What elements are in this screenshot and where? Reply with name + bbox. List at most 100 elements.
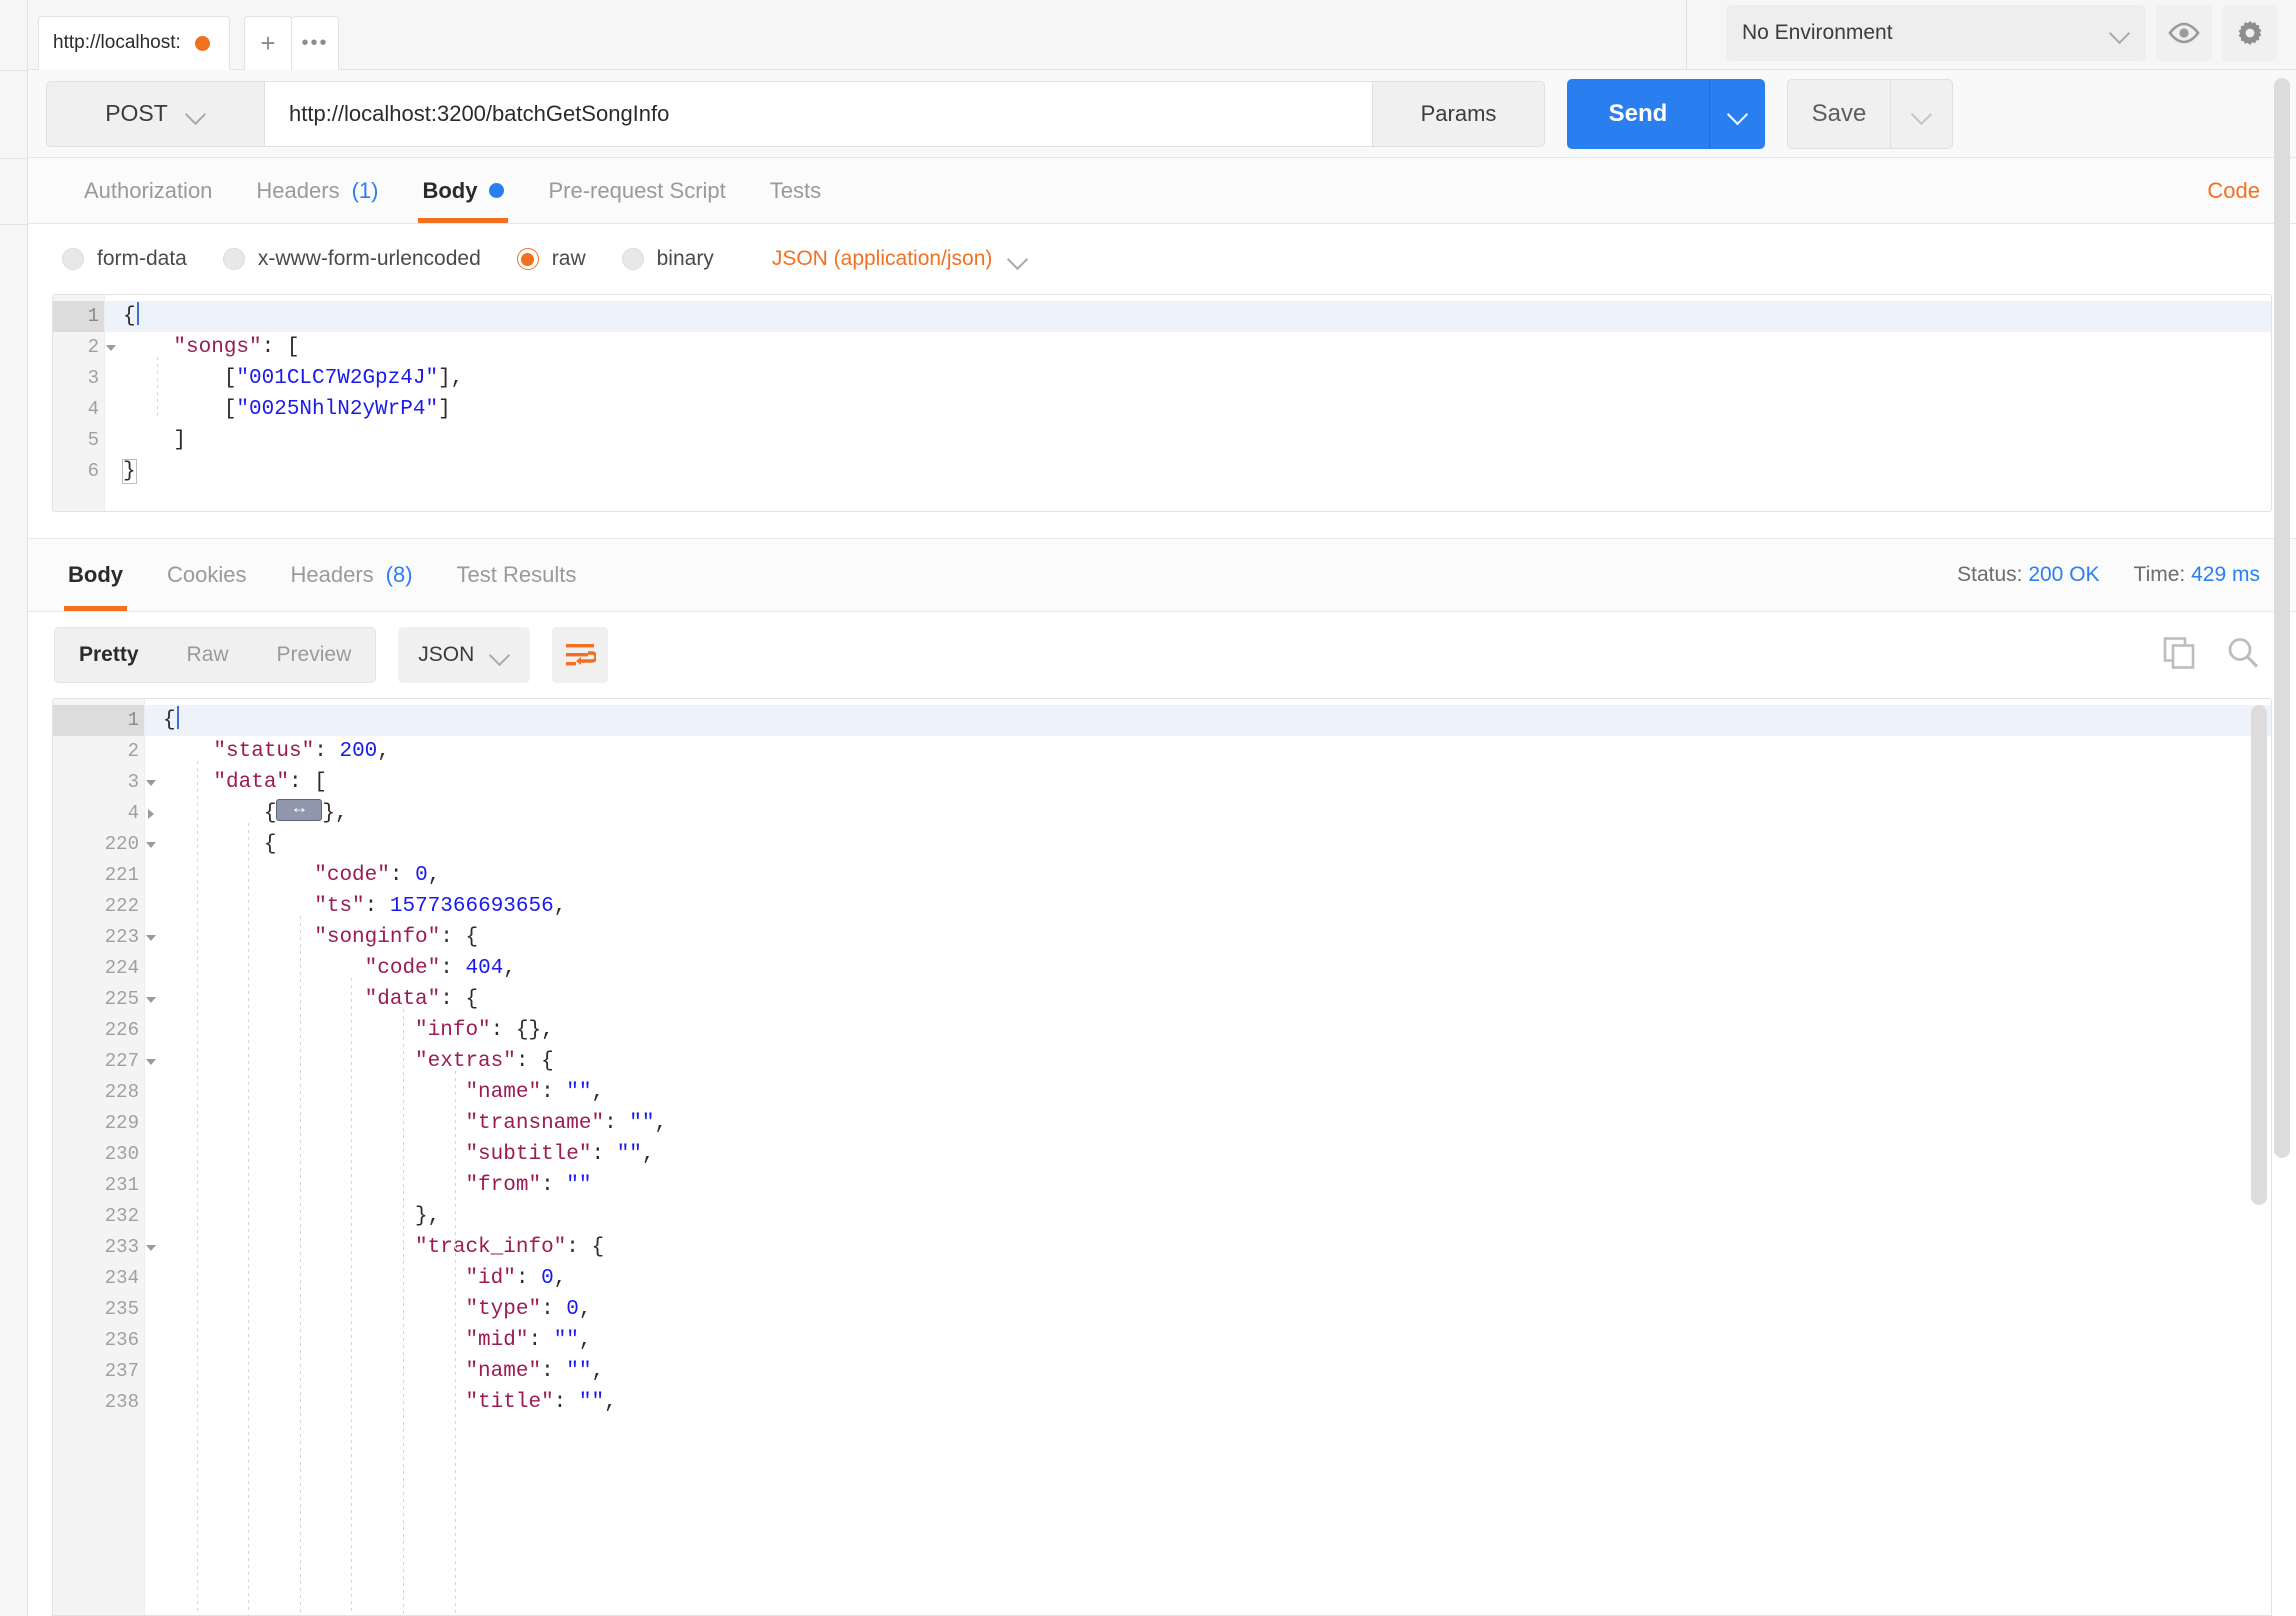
line-number-text: 224: [105, 953, 139, 984]
save-label: Save: [1812, 100, 1867, 128]
rail-divider: [0, 224, 27, 225]
content-type-select[interactable]: JSON (application/json): [772, 247, 1029, 271]
scrollbar-thumb[interactable]: [2251, 705, 2267, 1205]
tab-count: (8): [386, 562, 413, 588]
line-number[interactable]: 222: [53, 891, 144, 922]
body-type-label: binary: [657, 247, 714, 271]
send-button[interactable]: Send: [1567, 79, 1709, 149]
line-number[interactable]: 221: [53, 860, 144, 891]
save-button[interactable]: Save: [1787, 79, 1891, 149]
line-number[interactable]: 4: [53, 798, 144, 829]
response-section-tabs: Body Cookies Headers (8) Test Results St…: [28, 538, 2296, 612]
settings-button[interactable]: [2222, 5, 2278, 61]
line-number[interactable]: 229: [53, 1108, 144, 1139]
line-number[interactable]: 3: [53, 363, 104, 394]
response-tab-cookies[interactable]: Cookies: [145, 539, 268, 611]
line-number[interactable]: 1: [53, 705, 144, 736]
line-number-text: 4: [88, 394, 99, 425]
search-button[interactable]: [2226, 636, 2260, 675]
view-mode-raw[interactable]: Raw: [163, 628, 253, 682]
line-number[interactable]: 238: [53, 1387, 144, 1418]
params-button[interactable]: Params: [1373, 81, 1545, 147]
line-number-text: 232: [105, 1201, 139, 1232]
line-number[interactable]: 235: [53, 1294, 144, 1325]
line-number[interactable]: 1: [53, 301, 104, 332]
response-format-select[interactable]: JSON: [398, 627, 530, 683]
tab-headers[interactable]: Headers (1): [234, 158, 400, 223]
http-method-select[interactable]: POST: [46, 81, 264, 147]
line-number[interactable]: 233: [53, 1232, 144, 1263]
line-number[interactable]: 228: [53, 1077, 144, 1108]
view-mode-pretty[interactable]: Pretty: [55, 628, 163, 682]
copy-icon: [2162, 636, 2196, 670]
line-number[interactable]: 4: [53, 394, 104, 425]
response-body-editor[interactable]: 1 2 3 4 220 221 222 223 224 225 226 227 …: [52, 698, 2272, 1616]
new-tab-button[interactable]: +: [244, 16, 292, 70]
body-type-urlencoded[interactable]: x-www-form-urlencoded: [223, 247, 509, 271]
line-number[interactable]: 234: [53, 1263, 144, 1294]
page-scrollbar[interactable]: [2274, 78, 2290, 1538]
line-number[interactable]: 237: [53, 1356, 144, 1387]
rail-divider: [0, 158, 27, 159]
tab-count: (1): [352, 178, 379, 204]
line-number[interactable]: 225: [53, 984, 144, 1015]
tab-label: Authorization: [84, 178, 212, 204]
more-tabs-button[interactable]: •••: [291, 16, 339, 70]
request-tab[interactable]: http://localhost:320(: [38, 16, 230, 70]
scrollbar-thumb[interactable]: [2274, 78, 2290, 1158]
response-code-area[interactable]: { "status": 200, "data": [ {}, { "code":…: [145, 699, 2271, 1615]
code-line: },: [163, 1201, 2271, 1232]
body-type-form-data[interactable]: form-data: [62, 247, 215, 271]
line-number[interactable]: 2: [53, 736, 144, 767]
line-number[interactable]: 220: [53, 829, 144, 860]
code-link[interactable]: Code: [2207, 178, 2260, 204]
line-number[interactable]: 231: [53, 1170, 144, 1201]
response-body-scrollbar[interactable]: [2251, 705, 2267, 1615]
body-type-binary[interactable]: binary: [622, 247, 742, 271]
request-body-editor[interactable]: 1 2 3 4 5 6 {: [52, 294, 2272, 512]
tab-pre-request-script[interactable]: Pre-request Script: [526, 158, 747, 223]
line-number-text: 6: [88, 456, 99, 487]
tab-authorization[interactable]: Authorization: [62, 158, 234, 223]
copy-button[interactable]: [2162, 636, 2196, 675]
line-number[interactable]: 226: [53, 1015, 144, 1046]
code-line: "subtitle": "",: [163, 1139, 2271, 1170]
environment-select[interactable]: No Environment: [1726, 5, 2146, 61]
request-code-area[interactable]: { "songs": [ ["001CLC7W2Gpz4J"], ["0025N…: [105, 295, 2271, 511]
line-number[interactable]: 223: [53, 922, 144, 953]
tab-body[interactable]: Body: [400, 158, 526, 223]
line-number[interactable]: 3: [53, 767, 144, 798]
line-number[interactable]: 2: [53, 332, 104, 363]
environment-quick-look-button[interactable]: [2156, 5, 2212, 61]
view-mode-label: Preview: [277, 643, 352, 667]
tab-tests[interactable]: Tests: [748, 158, 843, 223]
tab-label: Body: [422, 178, 477, 204]
line-number-text: 226: [105, 1015, 139, 1046]
line-number[interactable]: 224: [53, 953, 144, 984]
line-number[interactable]: 236: [53, 1325, 144, 1356]
radio-icon: [223, 248, 245, 270]
line-number[interactable]: 5: [53, 425, 104, 456]
code-line: "track_info": {: [163, 1232, 2271, 1263]
line-number[interactable]: 227: [53, 1046, 144, 1077]
tab-label: Body: [68, 562, 123, 588]
url-input[interactable]: http://localhost:3200/batchGetSongInfo: [264, 81, 1373, 147]
save-options-button[interactable]: [1891, 79, 1953, 149]
line-number[interactable]: 230: [53, 1139, 144, 1170]
code-line: "songinfo": {: [163, 922, 2271, 953]
body-type-row: form-data x-www-form-urlencoded raw bina…: [28, 224, 2296, 294]
response-tab-body[interactable]: Body: [46, 539, 145, 611]
view-mode-preview[interactable]: Preview: [253, 628, 376, 682]
folded-region-widget[interactable]: [276, 799, 322, 821]
line-number[interactable]: 6: [53, 456, 104, 487]
ellipsis-icon: •••: [301, 32, 328, 55]
word-wrap-toggle[interactable]: [552, 627, 608, 683]
status-label: Status:: [1957, 563, 2022, 586]
response-tab-test-results[interactable]: Test Results: [435, 539, 599, 611]
response-tab-headers[interactable]: Headers (8): [268, 539, 434, 611]
text-cursor: [137, 302, 139, 325]
body-type-raw[interactable]: raw: [517, 247, 614, 271]
http-method-label: POST: [105, 100, 168, 127]
send-options-button[interactable]: [1709, 79, 1765, 149]
line-number[interactable]: 232: [53, 1201, 144, 1232]
